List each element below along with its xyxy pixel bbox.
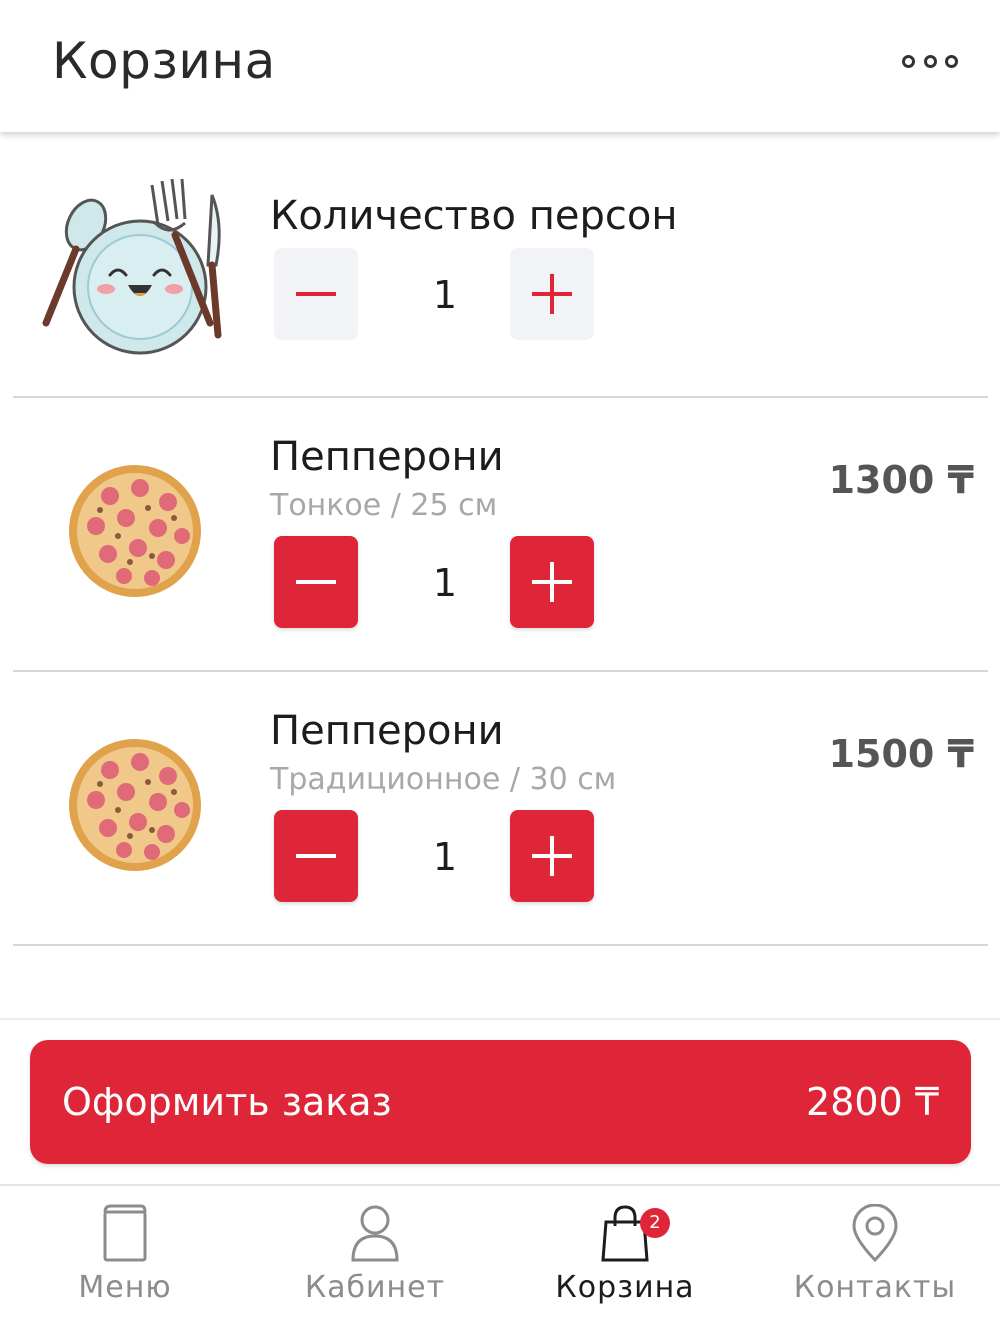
cart-item: Пепперони Тонкое / 25 см 1300 ₸ 1 — [0, 398, 1000, 670]
item-options: Традиционное / 30 см — [270, 762, 617, 797]
page-title: Корзина — [52, 32, 276, 90]
persons-decrease-button[interactable] — [274, 248, 358, 340]
checkout-button[interactable]: Оформить заказ 2800 ₸ — [30, 1040, 971, 1164]
tab-menu[interactable]: Меню — [0, 1186, 250, 1334]
item-price: 1300 ₸ — [828, 458, 974, 502]
tab-label: Корзина — [555, 1270, 695, 1305]
plus-icon — [532, 836, 572, 876]
divider — [13, 944, 988, 946]
tab-label: Меню — [78, 1270, 172, 1305]
minus-icon — [296, 292, 336, 296]
more-options-icon[interactable] — [902, 52, 958, 70]
cart-item: Пепперони Традиционное / 30 см 1500 ₸ 1 — [0, 672, 1000, 944]
item-decrease-button[interactable] — [274, 536, 358, 628]
tab-cart[interactable]: 2 Корзина — [500, 1186, 750, 1334]
checkout-label: Оформить заказ — [62, 1080, 392, 1124]
bottom-tab-bar: Меню Кабинет 2 Корзина Контакты — [0, 1184, 1000, 1334]
item-quantity: 1 — [432, 561, 458, 605]
item-name: Пепперони — [270, 708, 504, 754]
item-decrease-button[interactable] — [274, 810, 358, 902]
tab-contacts[interactable]: Контакты — [750, 1186, 1000, 1334]
minus-icon — [296, 854, 336, 858]
item-options: Тонкое / 25 см — [270, 488, 498, 523]
pizza-image — [69, 739, 201, 871]
persons-row: Количество персон 1 — [0, 135, 1000, 397]
item-increase-button[interactable] — [510, 536, 594, 628]
plus-icon — [532, 562, 572, 602]
app-header: Корзина — [0, 0, 1000, 132]
persons-increase-button[interactable] — [510, 248, 594, 340]
pizza-image — [69, 465, 201, 597]
user-icon — [351, 1205, 399, 1262]
tab-label: Кабинет — [304, 1270, 446, 1305]
persons-quantity: 1 — [432, 273, 458, 317]
checkout-area: Оформить заказ 2800 ₸ — [0, 1018, 1000, 1184]
item-name: Пепперони — [270, 434, 504, 480]
tab-account[interactable]: Кабинет — [250, 1186, 500, 1334]
item-price: 1500 ₸ — [828, 732, 974, 776]
location-pin-icon — [852, 1204, 898, 1262]
tab-label: Контакты — [793, 1270, 957, 1305]
menu-book-icon — [103, 1204, 147, 1262]
cart-count-badge: 2 — [640, 1208, 670, 1238]
plate-mascot-icon — [42, 178, 222, 355]
item-quantity: 1 — [432, 835, 458, 879]
item-increase-button[interactable] — [510, 810, 594, 902]
persons-title: Количество персон — [270, 193, 678, 239]
minus-icon — [296, 580, 336, 584]
plus-icon — [532, 274, 572, 314]
checkout-total: 2800 ₸ — [806, 1080, 939, 1124]
